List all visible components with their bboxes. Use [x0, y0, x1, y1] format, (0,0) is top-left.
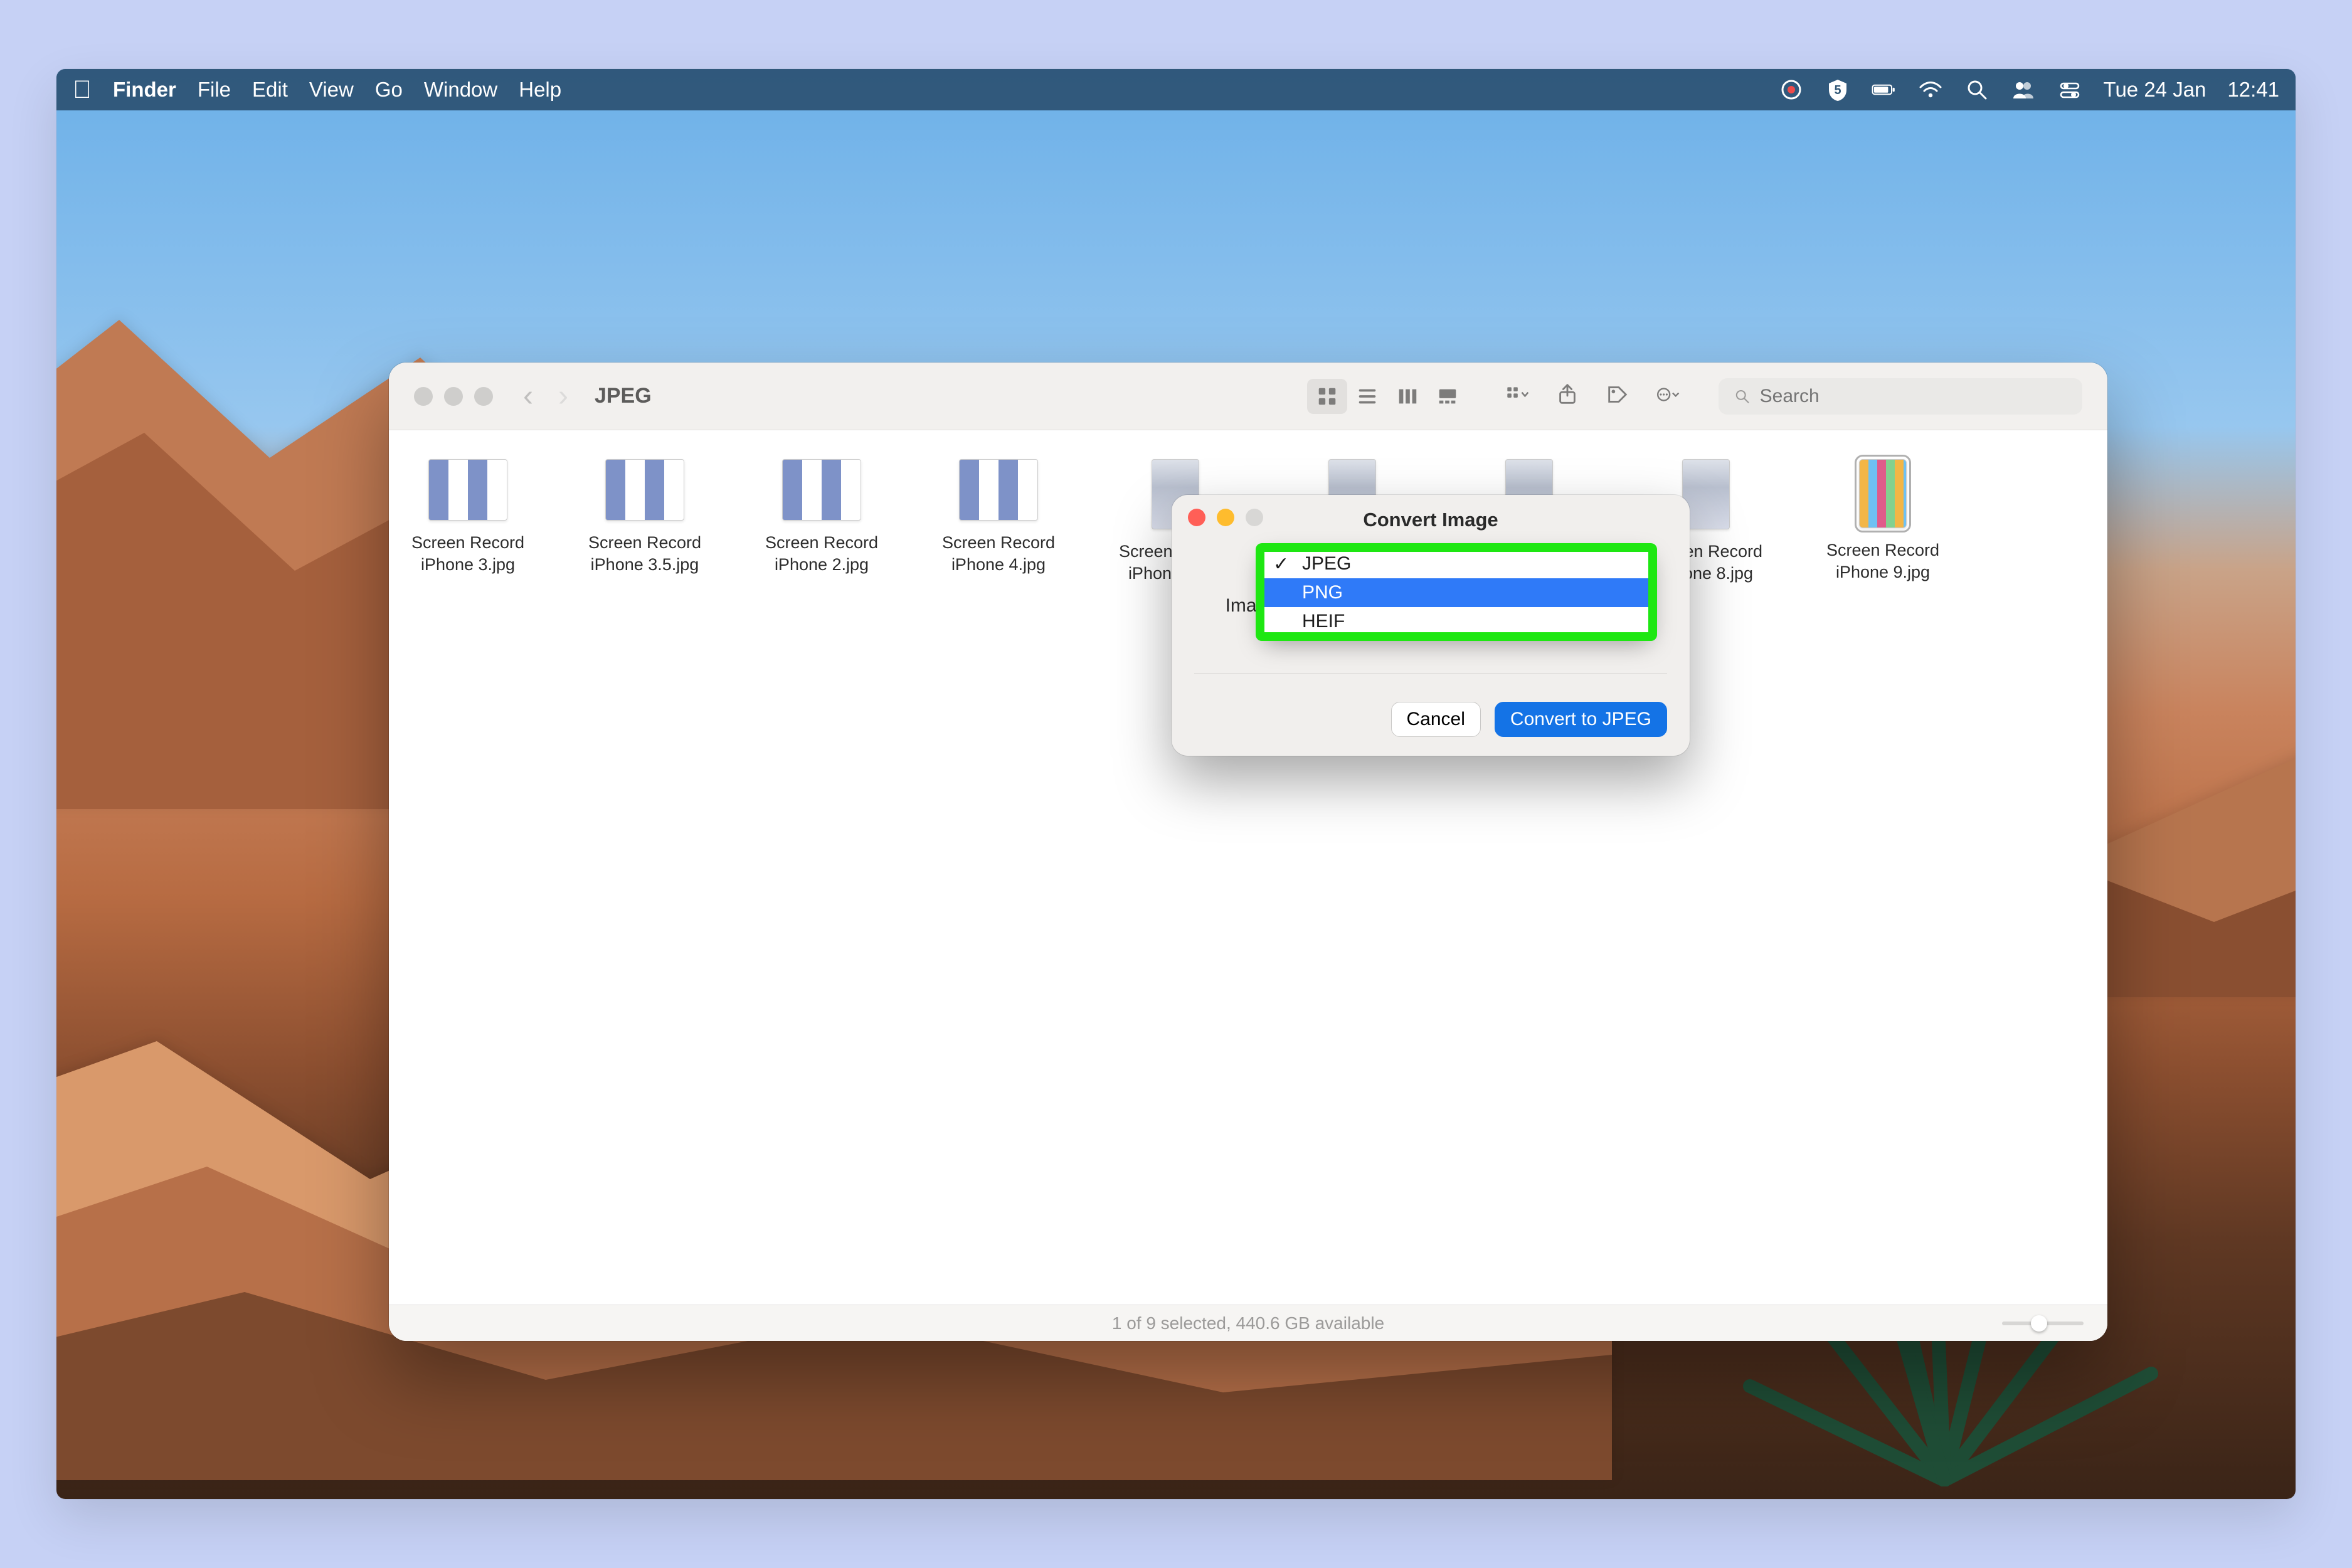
file-item[interactable]: Screen Record iPhone 2.jpg: [761, 459, 882, 585]
gallery-view-button[interactable]: [1428, 379, 1468, 414]
screenshot-frame:  Finder File Edit View Go Window Help 5…: [56, 69, 2296, 1499]
menu-help[interactable]: Help: [519, 78, 561, 102]
format-option-png[interactable]: PNG: [1262, 578, 1651, 607]
dialog-title: Convert Image: [1172, 509, 1690, 531]
share-button[interactable]: [1555, 383, 1579, 410]
window-title: JPEG: [595, 384, 652, 408]
check-icon: ✓: [1273, 553, 1289, 575]
control-center-icon[interactable]: [2057, 77, 2082, 102]
search-field[interactable]: [1719, 378, 2082, 415]
svg-text:5: 5: [1834, 83, 1841, 97]
icon-view-button[interactable]: [1307, 379, 1347, 414]
file-item[interactable]: Screen Record iPhone 9.jpg: [1823, 459, 1943, 585]
file-label: Screen Record iPhone 2.jpg: [761, 532, 882, 576]
tags-button[interactable]: [1606, 383, 1629, 410]
format-option-jpeg[interactable]: ✓JPEG: [1262, 549, 1651, 578]
menu-bar:  Finder File Edit View Go Window Help 5…: [56, 69, 2296, 110]
search-icon: [1734, 387, 1751, 406]
screen-record-icon[interactable]: [1779, 77, 1804, 102]
column-view-button[interactable]: [1387, 379, 1428, 414]
file-item[interactable]: Screen Record iPhone 3.jpg: [408, 459, 528, 585]
menu-view[interactable]: View: [309, 78, 354, 102]
menubar-app-name[interactable]: Finder: [113, 78, 176, 102]
menu-edit[interactable]: Edit: [252, 78, 288, 102]
search-input[interactable]: [1760, 386, 2067, 407]
wifi-icon[interactable]: [1918, 77, 1943, 102]
menubar-time[interactable]: 12:41: [2227, 78, 2279, 102]
icon-size-slider[interactable]: [2002, 1315, 2084, 1332]
users-icon[interactable]: [2011, 77, 2036, 102]
file-label: Screen Record iPhone 4.jpg: [938, 532, 1059, 576]
menu-go[interactable]: Go: [375, 78, 403, 102]
file-item[interactable]: Screen Record iPhone 3.5.jpg: [585, 459, 705, 585]
cancel-button[interactable]: Cancel: [1391, 702, 1481, 737]
status-bar: 1 of 9 selected, 440.6 GB available: [389, 1305, 2107, 1341]
apple-menu-icon[interactable]: : [73, 76, 92, 104]
convert-button[interactable]: Convert to JPEG: [1495, 702, 1667, 737]
file-label: Screen Record iPhone 9.jpg: [1823, 539, 1943, 583]
finder-toolbar: ‹ › JPEG: [389, 363, 2107, 430]
forward-button[interactable]: ›: [558, 379, 568, 413]
window-controls: [414, 387, 493, 406]
format-option-heif[interactable]: HEIF: [1262, 607, 1651, 636]
file-item[interactable]: Screen Record iPhone 4.jpg: [938, 459, 1059, 585]
status-text: 1 of 9 selected, 440.6 GB available: [1112, 1313, 1384, 1333]
close-button[interactable]: [414, 387, 433, 406]
menu-window[interactable]: Window: [424, 78, 497, 102]
list-view-button[interactable]: [1347, 379, 1387, 414]
spotlight-icon[interactable]: [1964, 77, 1989, 102]
menu-file[interactable]: File: [198, 78, 231, 102]
file-label: Screen Record iPhone 3.jpg: [408, 532, 528, 576]
view-switcher: [1307, 379, 1468, 414]
file-label: Screen Record iPhone 3.5.jpg: [585, 532, 705, 576]
zoom-button[interactable]: [474, 387, 493, 406]
action-button[interactable]: [1656, 383, 1680, 410]
back-button[interactable]: ‹: [523, 379, 533, 413]
battery-icon[interactable]: [1872, 77, 1897, 102]
format-dropdown[interactable]: ✓JPEG PNG HEIF: [1262, 549, 1651, 636]
minimize-button[interactable]: [444, 387, 463, 406]
shield-icon[interactable]: 5: [1825, 77, 1850, 102]
menubar-date[interactable]: Tue 24 Jan: [2104, 78, 2206, 102]
dialog-separator: [1194, 673, 1667, 674]
group-button[interactable]: [1505, 383, 1529, 410]
